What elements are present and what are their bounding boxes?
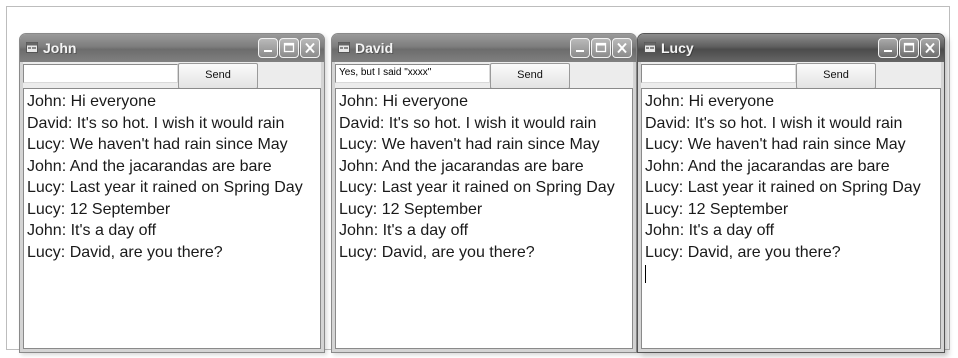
text-caret	[645, 265, 646, 283]
chat-message: Lucy: David, are you there?	[27, 243, 223, 261]
chat-log[interactable]: John: Hi everyone David: It's so hot. I …	[641, 88, 941, 349]
close-button[interactable]	[920, 38, 940, 58]
chat-message: Lucy: We haven't had rain since May	[339, 136, 600, 153]
chat-message: John: Hi everyone	[645, 93, 774, 110]
chat-message: Lucy: 12 September	[27, 200, 171, 218]
chat-message: John: It's a day off	[339, 222, 469, 239]
window-client: Yes, but I said "xxxx" Send John: Hi eve…	[335, 62, 633, 349]
message-input[interactable]	[23, 64, 178, 83]
chat-message: Lucy: 12 September	[339, 200, 483, 218]
send-button[interactable]: Send	[796, 63, 876, 89]
chat-message: John: Hi everyone	[339, 93, 468, 110]
window-title: David	[355, 40, 394, 56]
close-icon	[925, 42, 935, 54]
chat-message: Lucy: Last year it rained on Spring Day	[27, 179, 303, 196]
window-app-icon	[26, 42, 38, 53]
chat-message: John: Hi everyone	[27, 93, 156, 110]
minimize-icon	[884, 50, 892, 52]
maximize-button[interactable]	[279, 38, 299, 58]
window-title: John	[43, 40, 77, 56]
minimize-button[interactable]	[570, 38, 590, 58]
send-button[interactable]: Send	[178, 63, 258, 89]
message-input[interactable]	[641, 64, 796, 83]
message-input[interactable]: Yes, but I said "xxxx"	[335, 64, 490, 83]
chat-message: Lucy: Last year it rained on Spring Day	[645, 179, 921, 196]
chat-window-david: David Yes, but I said "xxxx" Send John: …	[331, 33, 637, 353]
chat-message: David: It's so hot. I wish it would rain	[339, 114, 597, 132]
screenshot-frame: John Send John: Hi everyone David: It's …	[6, 6, 950, 353]
chat-message: John: And the jacarandas are bare	[339, 157, 584, 175]
maximize-button[interactable]	[591, 38, 611, 58]
minimize-button[interactable]	[258, 38, 278, 58]
chat-message: John: And the jacarandas are bare	[645, 157, 890, 175]
minimize-icon	[264, 50, 272, 52]
maximize-icon	[595, 42, 607, 53]
close-button[interactable]	[612, 38, 632, 58]
chat-log[interactable]: John: Hi everyone David: It's so hot. I …	[23, 88, 321, 349]
minimize-button[interactable]	[878, 38, 898, 58]
chat-message: John: It's a day off	[27, 222, 157, 239]
window-app-icon	[644, 42, 656, 53]
chat-message: David: It's so hot. I wish it would rain	[645, 114, 903, 132]
chat-message: Lucy: We haven't had rain since May	[27, 136, 288, 153]
chat-message: Lucy: Last year it rained on Spring Day	[339, 179, 615, 196]
chat-message: Lucy: 12 September	[645, 200, 789, 218]
send-button[interactable]: Send	[490, 63, 570, 89]
close-icon	[617, 42, 627, 54]
close-button[interactable]	[300, 38, 320, 58]
maximize-icon	[283, 42, 295, 53]
window-client: Send John: Hi everyone David: It's so ho…	[23, 62, 321, 349]
chat-message: Lucy: David, are you there?	[339, 243, 535, 261]
window-app-icon	[338, 42, 350, 53]
chat-message: David: It's so hot. I wish it would rain	[27, 114, 285, 132]
close-icon	[305, 42, 315, 54]
chat-window-lucy: Lucy Send John: Hi everyone David: It's …	[637, 33, 945, 353]
chat-message: John: It's a day off	[645, 222, 775, 239]
window-client: Send John: Hi everyone David: It's so ho…	[641, 62, 941, 349]
maximize-button[interactable]	[899, 38, 919, 58]
chat-message: John: And the jacarandas are bare	[27, 157, 272, 175]
chat-window-john: John Send John: Hi everyone David: It's …	[19, 33, 325, 353]
maximize-icon	[903, 42, 915, 53]
title-bar[interactable]: Lucy	[638, 34, 944, 62]
chat-message: Lucy: David, are you there?	[645, 243, 841, 261]
chat-message: Lucy: We haven't had rain since May	[645, 136, 906, 153]
window-title: Lucy	[661, 40, 694, 56]
title-bar[interactable]: David	[332, 34, 636, 62]
minimize-icon	[576, 50, 584, 52]
title-bar[interactable]: John	[20, 34, 324, 62]
chat-log[interactable]: John: Hi everyone David: It's so hot. I …	[335, 88, 633, 349]
